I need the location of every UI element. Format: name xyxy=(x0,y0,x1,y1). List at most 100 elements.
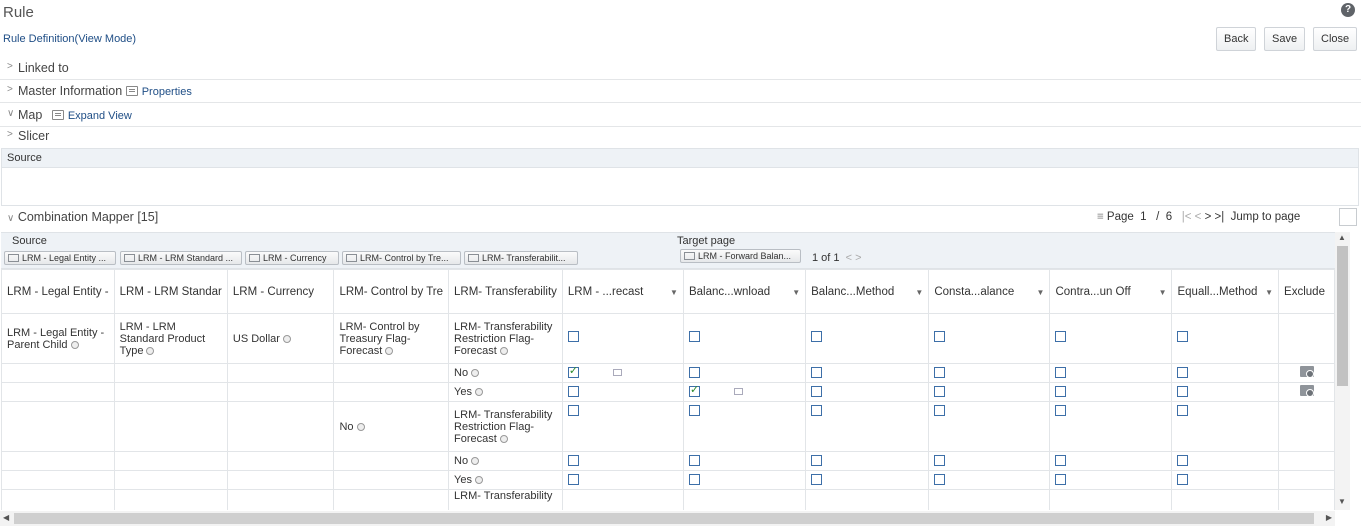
table-cell[interactable] xyxy=(1171,451,1280,471)
mapping-checkbox[interactable] xyxy=(811,404,823,416)
mapping-checkbox[interactable] xyxy=(567,473,579,485)
mapping-checkbox[interactable] xyxy=(1177,404,1189,416)
next-page-icon[interactable]: > xyxy=(1205,211,1212,223)
column-header[interactable]: Equall...Method ▼ xyxy=(1171,269,1280,314)
table-row[interactable]: Yes xyxy=(1,470,1335,490)
info-icon[interactable] xyxy=(356,422,365,431)
mapping-checkbox[interactable] xyxy=(1055,366,1067,378)
column-menu-icon[interactable]: ▼ xyxy=(915,288,923,297)
column-header[interactable]: Balanc...wnload ▼ xyxy=(682,269,807,314)
mapping-checkbox[interactable] xyxy=(567,404,579,416)
table-cell[interactable] xyxy=(928,489,1051,510)
table-cell[interactable] xyxy=(1278,382,1335,402)
mapping-checkbox[interactable] xyxy=(811,385,823,397)
mapping-checkbox[interactable] xyxy=(567,454,579,466)
table-row[interactable]: No LRM- Transferability Restriction Flag-… xyxy=(1,401,1335,452)
table-cell[interactable] xyxy=(561,313,684,364)
mapping-checkbox[interactable] xyxy=(1177,366,1189,378)
table-cell[interactable] xyxy=(1171,401,1280,452)
mapping-checkbox[interactable] xyxy=(934,366,946,378)
column-menu-icon[interactable]: ▼ xyxy=(1265,288,1273,297)
edit-icon[interactable] xyxy=(733,387,743,395)
jump-to-page-input[interactable] xyxy=(1339,208,1357,226)
table-cell[interactable] xyxy=(561,470,684,490)
column-header[interactable]: Contra...un Off ▼ xyxy=(1049,269,1173,314)
column-header[interactable]: Consta...alance ▼ xyxy=(928,269,1051,314)
table-cell[interactable] xyxy=(805,363,930,383)
table-cell[interactable] xyxy=(561,451,684,471)
mapping-checkbox[interactable] xyxy=(567,330,579,342)
table-row[interactable]: Yes xyxy=(1,382,1335,402)
column-header[interactable]: LRM - Legal Entity - xyxy=(1,269,115,314)
table-cell[interactable] xyxy=(928,451,1051,471)
source-chip-legal-entity[interactable]: LRM - Legal Entity ... xyxy=(4,251,116,265)
page-current[interactable]: 1 xyxy=(1140,211,1146,223)
mapping-checkbox[interactable] xyxy=(934,385,946,397)
table-cell[interactable] xyxy=(928,401,1051,452)
table-cell[interactable] xyxy=(805,470,930,490)
target-prev-icon[interactable]: < xyxy=(843,252,852,264)
edit-icon[interactable] xyxy=(612,368,622,376)
info-icon[interactable] xyxy=(146,346,155,355)
target-chip-forward-balance[interactable]: LRM - Forward Balan... xyxy=(680,249,801,263)
table-cell[interactable] xyxy=(1171,470,1280,490)
mapping-checkbox[interactable] xyxy=(1055,404,1067,416)
table-cell[interactable] xyxy=(805,451,930,471)
info-icon[interactable] xyxy=(474,388,483,396)
table-cell[interactable] xyxy=(928,470,1051,490)
table-cell[interactable] xyxy=(561,489,684,510)
expand-view-icon[interactable] xyxy=(51,110,64,120)
table-cell[interactable] xyxy=(1049,363,1173,383)
info-icon[interactable] xyxy=(385,346,394,355)
pager-filter-icon[interactable]: ≡ xyxy=(1097,211,1104,223)
mapping-checkbox[interactable] xyxy=(567,365,579,378)
expand-view-link[interactable]: Expand View xyxy=(68,110,132,122)
mapping-checkbox[interactable] xyxy=(1055,330,1067,342)
column-menu-icon[interactable]: ▼ xyxy=(670,288,678,297)
info-icon[interactable] xyxy=(282,334,291,343)
table-cell[interactable] xyxy=(682,489,807,510)
column-header[interactable]: Balanc...Method ▼ xyxy=(805,269,930,314)
properties-link[interactable]: Properties xyxy=(142,86,192,98)
map-section[interactable]: ∨ Map Expand View xyxy=(0,105,1361,127)
table-cell[interactable] xyxy=(1049,401,1173,452)
table-cell[interactable] xyxy=(928,363,1051,383)
horizontal-scroll-thumb[interactable] xyxy=(14,513,1314,524)
info-icon[interactable] xyxy=(471,457,480,465)
save-button[interactable]: Save xyxy=(1264,27,1306,51)
table-cell[interactable] xyxy=(682,470,807,490)
master-information-section[interactable]: > Master Information Properties xyxy=(0,81,1361,103)
column-menu-icon[interactable]: ▼ xyxy=(1159,288,1167,297)
mapping-checkbox[interactable] xyxy=(934,330,946,342)
exclude-icon[interactable] xyxy=(1299,366,1314,378)
help-icon[interactable]: ? xyxy=(1341,3,1355,17)
table-cell[interactable] xyxy=(1278,451,1335,471)
source-chip-currency[interactable]: LRM - Currency xyxy=(245,251,339,265)
column-header[interactable]: LRM - LRM Standar xyxy=(113,269,228,314)
column-header[interactable]: LRM- Transferability xyxy=(448,269,563,314)
linked-to-section[interactable]: > Linked to xyxy=(0,58,1361,80)
table-cell[interactable] xyxy=(1278,489,1335,510)
table-cell[interactable] xyxy=(928,382,1051,402)
table-cell[interactable] xyxy=(682,451,807,471)
table-cell[interactable] xyxy=(561,363,684,383)
column-header[interactable]: LRM- Control by Tre xyxy=(333,269,450,314)
table-cell[interactable] xyxy=(1049,489,1173,510)
table-cell[interactable] xyxy=(682,401,807,452)
mapping-checkbox[interactable] xyxy=(567,385,579,397)
table-row[interactable]: No xyxy=(1,451,1335,471)
exclude-icon[interactable] xyxy=(1299,385,1314,397)
source-drop-area[interactable] xyxy=(1,168,1359,206)
mapping-checkbox[interactable] xyxy=(1177,330,1189,342)
mapping-checkbox[interactable] xyxy=(1177,385,1189,397)
mapping-checkbox[interactable] xyxy=(934,404,946,416)
source-chip-lrm-standard[interactable]: LRM - LRM Standard ... xyxy=(120,251,242,265)
table-cell[interactable] xyxy=(1278,401,1335,452)
table-cell[interactable] xyxy=(1171,489,1280,510)
mapping-checkbox[interactable] xyxy=(811,366,823,378)
table-cell[interactable] xyxy=(682,382,807,402)
info-icon[interactable] xyxy=(474,476,483,484)
scroll-left-icon[interactable]: ◀ xyxy=(3,513,9,522)
table-row[interactable]: LRM- Transferability xyxy=(1,489,1335,510)
mapping-checkbox[interactable] xyxy=(1177,454,1189,466)
